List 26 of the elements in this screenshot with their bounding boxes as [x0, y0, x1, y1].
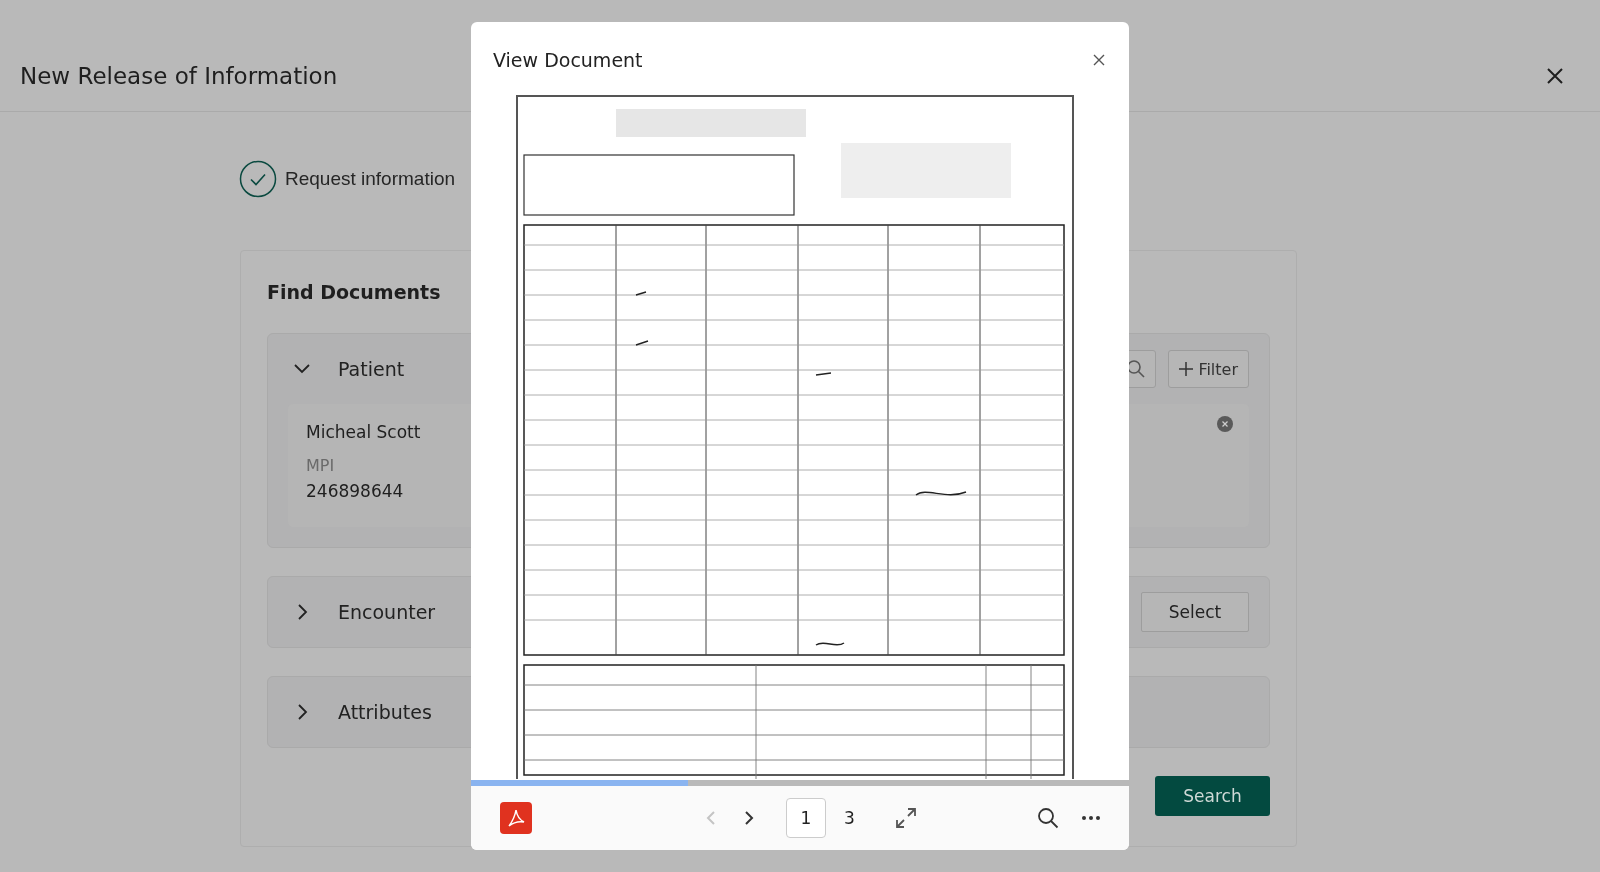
page-count: 3 [844, 808, 855, 828]
expand-icon[interactable] [894, 807, 917, 829]
page-number-field[interactable]: 1 [786, 798, 826, 838]
patient-name: Micheal Scott [306, 422, 421, 442]
search-icon [1126, 359, 1147, 379]
pdf-icon [500, 802, 532, 834]
chevron-right-icon [744, 810, 754, 826]
chevron-left-icon [706, 810, 716, 826]
section-toggle[interactable]: Patient [288, 358, 405, 380]
close-icon[interactable] [1546, 66, 1564, 85]
close-icon[interactable] [1093, 54, 1105, 66]
more-icon[interactable] [1081, 815, 1101, 821]
step-label: Request information [285, 168, 456, 190]
field-value: 246898644 [306, 481, 405, 501]
card-title: Find Documents [267, 281, 442, 303]
field-label: MPI [306, 456, 336, 475]
section-toggle[interactable]: Attributes [288, 701, 432, 723]
remove-icon[interactable] [1217, 416, 1233, 432]
section-toggle[interactable]: Encounter [288, 601, 436, 623]
select-button[interactable]: Select [1141, 592, 1249, 632]
search-icon[interactable] [1037, 807, 1059, 829]
page-title: New Release of Information [20, 62, 338, 89]
dialog-title: View Document [493, 49, 643, 71]
search-button[interactable]: Search [1155, 776, 1270, 816]
filter-button[interactable]: Filter [1168, 350, 1249, 388]
plus-icon [1179, 362, 1194, 376]
